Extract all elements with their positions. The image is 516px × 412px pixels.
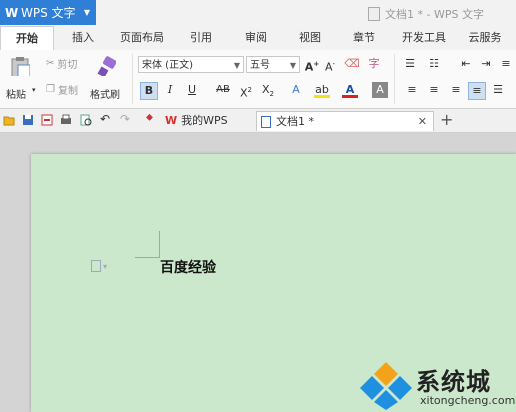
tab-document-1-label: 文档1 * (276, 114, 314, 128)
tab-home[interactable]: 开始 (0, 26, 54, 52)
numbered-list-icon[interactable]: ☷ (426, 56, 442, 72)
document-text[interactable]: 百度经验 (160, 257, 216, 277)
copy-label: 复制 (57, 86, 78, 97)
justify-icon[interactable]: ≡ (468, 82, 486, 100)
tab-references[interactable]: 引用 (182, 26, 220, 50)
app-name: WPS 文字 (21, 6, 76, 20)
tab-cloud[interactable]: 云服务 (462, 26, 508, 50)
document-icon (261, 115, 271, 128)
save-icon[interactable] (22, 114, 34, 126)
decrease-indent-icon[interactable]: ⇤ (458, 56, 474, 72)
tab-document-1[interactable]: 文档1 * ✕ (256, 111, 434, 131)
undo-icon[interactable]: ↶ (100, 112, 112, 126)
tab-review[interactable]: 审阅 (236, 26, 276, 50)
font-size-select[interactable]: 五号 ▼ (246, 56, 300, 73)
italic-button[interactable]: I (162, 82, 178, 98)
chevron-down-icon: ▾ (32, 86, 36, 94)
subscript-button[interactable]: X2 (260, 82, 276, 98)
char-shading-icon[interactable]: A (372, 82, 388, 98)
scissors-icon: ✂ (46, 58, 55, 69)
paste-button[interactable]: 粘贴 ▾ (4, 54, 40, 104)
text-effect-icon[interactable]: A (288, 82, 304, 98)
close-icon[interactable]: ✕ (418, 112, 427, 132)
customize-quick-access-icon[interactable]: ⬥ (146, 112, 158, 124)
paste-label: 粘贴 (6, 90, 26, 101)
print-preview-icon[interactable] (80, 114, 92, 126)
distributed-align-icon[interactable]: ☰ (490, 82, 506, 98)
tab-my-wps[interactable]: W 我的WPS (165, 111, 245, 131)
watermark-logo-icon (360, 362, 412, 410)
font-name-select[interactable]: 宋体 (正文) ▼ (138, 56, 244, 73)
cut-button[interactable]: ✂ 剪切 (46, 56, 77, 71)
window-title-text: 文档1 * - WPS 文字 (385, 8, 484, 21)
ribbon-home: 粘贴 ▾ ✂ 剪切 ❐ 复制 格式刷 宋体 (正文) ▼ 五号 ▼ A+ A- … (0, 50, 516, 109)
wps-logo-icon: W (165, 114, 178, 127)
underline-button[interactable]: U (184, 82, 200, 98)
clear-format-icon[interactable]: ⌫ (344, 56, 360, 72)
copy-icon: ❐ (46, 84, 55, 95)
align-center-icon[interactable]: ≡ (426, 82, 442, 98)
font-size-value: 五号 (250, 60, 270, 71)
strikethrough-button[interactable]: AB (212, 82, 234, 98)
tab-developer[interactable]: 开发工具 (396, 26, 452, 50)
ribbon-tabs: 开始 插入 页面布局 引用 审阅 视图 章节 开发工具 云服务 (0, 26, 516, 52)
wps-logo-icon: W (5, 5, 19, 20)
app-menu-button[interactable]: W WPS 文字 ▼ (0, 0, 96, 25)
clipboard-icon (11, 57, 30, 76)
grow-font-icon[interactable]: A+ (304, 56, 320, 74)
format-painter-label: 格式刷 (90, 90, 120, 101)
document-icon (368, 7, 380, 21)
font-color-icon[interactable]: A (342, 82, 358, 98)
watermark-brand: 系统城 (416, 368, 491, 396)
tab-my-wps-label: 我的WPS (181, 114, 228, 127)
ribbon-separator (394, 54, 395, 104)
redo-icon[interactable]: ↷ (120, 112, 132, 126)
chevron-down-icon: ▼ (83, 8, 90, 17)
superscript-button[interactable]: X2 (238, 82, 254, 100)
chevron-down-icon: ▼ (233, 61, 240, 70)
highlight-icon[interactable]: ab (314, 82, 330, 98)
tab-view[interactable]: 视图 (290, 26, 330, 50)
shrink-font-icon[interactable]: A- (322, 56, 338, 74)
window-title: 文档1 * - WPS 文字 (368, 6, 484, 22)
print-icon[interactable] (60, 114, 72, 126)
increase-indent-icon[interactable]: ⇥ (478, 56, 494, 72)
tab-page-layout[interactable]: 页面布局 (112, 26, 172, 50)
chevron-down-icon: ▼ (289, 61, 296, 70)
margin-mark (159, 231, 160, 258)
site-watermark: 系统城 xitongcheng.com (360, 360, 516, 412)
copy-button[interactable]: ❐ 复制 (46, 82, 78, 97)
new-tab-icon[interactable]: + (440, 110, 453, 129)
phonetic-guide-icon[interactable]: 字 (366, 56, 382, 72)
tab-insert[interactable]: 插入 (62, 26, 104, 50)
brush-icon (97, 56, 116, 76)
bold-button[interactable]: B (140, 82, 158, 100)
quick-access-bar: ↶ ↷ ⬥ W 我的WPS 文档1 * ✕ + (0, 109, 516, 133)
format-painter-button[interactable]: 格式刷 (90, 54, 128, 104)
cut-label: 剪切 (57, 60, 78, 71)
align-left-icon[interactable]: ≡ (404, 82, 420, 98)
export-pdf-icon[interactable] (41, 114, 53, 126)
open-folder-icon[interactable] (3, 114, 15, 126)
ribbon-separator (132, 54, 133, 104)
paragraph-layout-icon[interactable]: ▾ (91, 260, 107, 272)
watermark-url: xitongcheng.com (420, 394, 516, 407)
margin-mark (135, 257, 159, 258)
tab-sections[interactable]: 章节 (344, 26, 384, 50)
title-bar: W WPS 文字 ▼ 文档1 * - WPS 文字 (0, 0, 516, 26)
line-spacing-icon[interactable]: ≡ (498, 56, 514, 72)
align-right-icon[interactable]: ≡ (448, 82, 464, 98)
font-name-value: 宋体 (正文) (142, 60, 193, 71)
bullet-list-icon[interactable]: ☰ (402, 56, 418, 72)
